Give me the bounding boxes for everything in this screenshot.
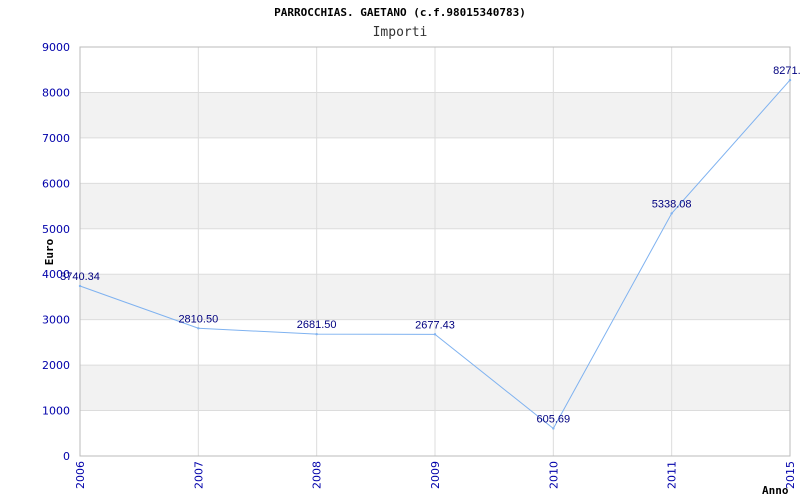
x-axis-label: Anno [762, 484, 789, 497]
x-tick-label: 2009 [429, 461, 442, 489]
line-chart: 0100020003000400050006000700080009000 20… [42, 41, 800, 497]
y-tick-label: 2000 [42, 359, 70, 372]
data-label: 2681.50 [297, 319, 337, 331]
data-point [670, 212, 673, 215]
y-tick-label: 1000 [42, 405, 70, 418]
y-tick-label: 6000 [42, 177, 70, 190]
y-tick-label: 0 [63, 450, 70, 463]
y-tick-label: 9000 [42, 41, 70, 54]
data-point [788, 78, 792, 82]
data-point [197, 327, 200, 330]
data-label: 5338.08 [652, 198, 692, 210]
y-axis-label: Euro [43, 238, 56, 265]
data-label: 2810.50 [178, 313, 218, 325]
data-point [433, 333, 437, 336]
x-tick-label: 2008 [311, 461, 324, 489]
x-tick-label: 2007 [192, 461, 205, 489]
data-point [78, 284, 82, 288]
y-tick-label: 8000 [42, 86, 70, 99]
data-label: 605.69 [537, 413, 571, 425]
x-tick-label: 2011 [666, 461, 679, 489]
data-point [552, 427, 555, 430]
y-tick-label: 7000 [42, 132, 70, 145]
data-label: 3740.34 [60, 271, 100, 283]
data-label: 2677.43 [415, 319, 455, 331]
data-point [315, 332, 318, 336]
y-tick-label: 3000 [42, 314, 70, 327]
x-axis-ticks: 2006 2007 2008 2009 2010 2011 2015 [74, 461, 797, 489]
x-tick-label: 2006 [74, 461, 87, 489]
x-tick-label: 2010 [547, 461, 560, 489]
y-tick-label: 5000 [42, 223, 70, 236]
data-label: 8271.7 [773, 65, 800, 77]
